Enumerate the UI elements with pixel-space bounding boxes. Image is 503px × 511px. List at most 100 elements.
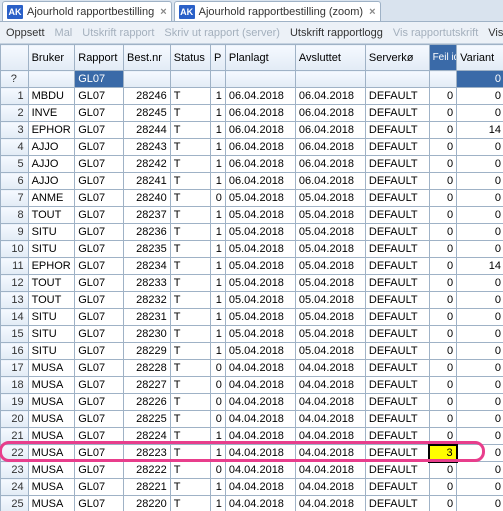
cell-planlagt[interactable]: 05.04.2018 xyxy=(225,343,295,360)
cell-planlagt[interactable]: 04.04.2018 xyxy=(225,462,295,479)
cell-bestnr[interactable]: 28232 xyxy=(124,292,171,309)
col-rapport[interactable]: Rapport xyxy=(75,45,124,71)
cell-rapport[interactable]: GL07 xyxy=(75,445,124,462)
cell-bruker[interactable]: AJJO xyxy=(28,139,75,156)
cell-planlagt[interactable]: 04.04.2018 xyxy=(225,360,295,377)
cell-variant[interactable]: 0 xyxy=(457,275,503,292)
cell-status[interactable]: T xyxy=(170,411,210,428)
cell-p[interactable]: 1 xyxy=(211,122,226,139)
table-row[interactable]: 5AJJOGL0728242T106.04.201806.04.2018DEFA… xyxy=(1,156,503,173)
row-number[interactable]: 21 xyxy=(1,428,29,445)
cell-bruker[interactable]: TOUT xyxy=(28,275,75,292)
table-row[interactable]: 16SITUGL0728229T105.04.201805.04.2018DEF… xyxy=(1,343,503,360)
cell-bruker[interactable]: SITU xyxy=(28,343,75,360)
cell-variant[interactable]: 0 xyxy=(457,88,503,105)
cell-avsluttet[interactable]: 06.04.2018 xyxy=(295,122,365,139)
row-number[interactable]: 3 xyxy=(1,122,29,139)
cell-feil[interactable]: 0 xyxy=(429,292,457,309)
cell-bruker[interactable]: SITU xyxy=(28,309,75,326)
menu-vis-rapp[interactable]: Vis rapp xyxy=(488,27,503,39)
cell-avsluttet[interactable]: 05.04.2018 xyxy=(295,190,365,207)
table-row[interactable]: 8TOUTGL0728237T105.04.201805.04.2018DEFA… xyxy=(1,207,503,224)
cell-rapport[interactable]: GL07 xyxy=(75,190,124,207)
cell-serverko[interactable]: DEFAULT xyxy=(365,156,429,173)
cell-avsluttet[interactable]: 05.04.2018 xyxy=(295,241,365,258)
cell-variant[interactable]: 0 xyxy=(457,479,503,496)
cell-p[interactable]: 1 xyxy=(211,445,226,462)
cell-p[interactable]: 0 xyxy=(211,190,226,207)
cell-feil[interactable]: 0 xyxy=(429,105,457,122)
cell-planlagt[interactable]: 04.04.2018 xyxy=(225,428,295,445)
cell-planlagt[interactable]: 06.04.2018 xyxy=(225,156,295,173)
tab-ajourhold-zoom[interactable]: AK Ajourhold rapportbestilling (zoom) × xyxy=(174,1,381,21)
cell-status[interactable]: T xyxy=(170,241,210,258)
cell-planlagt[interactable]: 04.04.2018 xyxy=(225,445,295,462)
table-row[interactable]: 13TOUTGL0728232T105.04.201805.04.2018DEF… xyxy=(1,292,503,309)
cell-variant[interactable]: 0 xyxy=(457,377,503,394)
cell-bruker[interactable]: SITU xyxy=(28,224,75,241)
cell-status[interactable]: T xyxy=(170,394,210,411)
cell-rapport[interactable]: GL07 xyxy=(75,292,124,309)
cell-planlagt[interactable]: 05.04.2018 xyxy=(225,207,295,224)
cell-serverko[interactable]: DEFAULT xyxy=(365,496,429,511)
cell-rapport[interactable]: GL07 xyxy=(75,105,124,122)
cell-bruker[interactable]: MBDU xyxy=(28,88,75,105)
cell-bruker[interactable]: TOUT xyxy=(28,207,75,224)
cell-feil[interactable]: 0 xyxy=(429,496,457,511)
cell-status[interactable]: T xyxy=(170,122,210,139)
cell-status[interactable]: T xyxy=(170,343,210,360)
menu-utskrift-rapportlogg[interactable]: Utskrift rapportlogg xyxy=(290,27,383,39)
cell-variant[interactable]: 0 xyxy=(457,360,503,377)
cell-serverko[interactable]: DEFAULT xyxy=(365,224,429,241)
row-number[interactable]: 5 xyxy=(1,156,29,173)
row-number[interactable]: 6 xyxy=(1,173,29,190)
cell-variant[interactable]: 14 xyxy=(457,122,503,139)
cell-bestnr[interactable]: 28242 xyxy=(124,156,171,173)
cell-bestnr[interactable]: 28228 xyxy=(124,360,171,377)
cell-bruker[interactable]: AJJO xyxy=(28,156,75,173)
col-planlagt[interactable]: Planlagt xyxy=(225,45,295,71)
cell-bruker[interactable]: SITU xyxy=(28,241,75,258)
cell-p[interactable]: 1 xyxy=(211,275,226,292)
cell-p[interactable]: 0 xyxy=(211,377,226,394)
filter-bruker[interactable] xyxy=(28,71,75,88)
cell-feil[interactable]: 0 xyxy=(429,394,457,411)
filter-feil[interactable] xyxy=(429,71,457,88)
cell-status[interactable]: T xyxy=(170,156,210,173)
cell-bruker[interactable]: MUSA xyxy=(28,411,75,428)
filter-marker[interactable]: ? xyxy=(1,71,29,88)
cell-status[interactable]: T xyxy=(170,190,210,207)
cell-rapport[interactable]: GL07 xyxy=(75,139,124,156)
cell-p[interactable]: 1 xyxy=(211,105,226,122)
cell-rapport[interactable]: GL07 xyxy=(75,326,124,343)
cell-status[interactable]: T xyxy=(170,479,210,496)
cell-feil[interactable]: 0 xyxy=(429,241,457,258)
cell-status[interactable]: T xyxy=(170,496,210,511)
menu-oppsett[interactable]: Oppsett xyxy=(6,27,45,39)
cell-serverko[interactable]: DEFAULT xyxy=(365,275,429,292)
cell-bestnr[interactable]: 28231 xyxy=(124,309,171,326)
row-number[interactable]: 20 xyxy=(1,411,29,428)
table-row[interactable]: 23MUSAGL0728222T004.04.201804.04.2018DEF… xyxy=(1,462,503,479)
cell-variant[interactable]: 0 xyxy=(457,139,503,156)
cell-bestnr[interactable]: 28243 xyxy=(124,139,171,156)
cell-avsluttet[interactable]: 05.04.2018 xyxy=(295,224,365,241)
cell-feil[interactable]: 0 xyxy=(429,326,457,343)
cell-planlagt[interactable]: 04.04.2018 xyxy=(225,496,295,511)
col-serverko[interactable]: Serverkø xyxy=(365,45,429,71)
table-row[interactable]: 15SITUGL0728230T105.04.201805.04.2018DEF… xyxy=(1,326,503,343)
row-number[interactable]: 4 xyxy=(1,139,29,156)
cell-planlagt[interactable]: 05.04.2018 xyxy=(225,326,295,343)
cell-p[interactable]: 0 xyxy=(211,360,226,377)
cell-bestnr[interactable]: 28225 xyxy=(124,411,171,428)
cell-p[interactable]: 1 xyxy=(211,292,226,309)
cell-serverko[interactable]: DEFAULT xyxy=(365,190,429,207)
cell-planlagt[interactable]: 04.04.2018 xyxy=(225,377,295,394)
cell-bestnr[interactable]: 28244 xyxy=(124,122,171,139)
cell-serverko[interactable]: DEFAULT xyxy=(365,479,429,496)
row-number[interactable]: 12 xyxy=(1,275,29,292)
cell-bruker[interactable]: MUSA xyxy=(28,394,75,411)
cell-bestnr[interactable]: 28226 xyxy=(124,394,171,411)
cell-feil[interactable]: 0 xyxy=(429,190,457,207)
cell-status[interactable]: T xyxy=(170,258,210,275)
